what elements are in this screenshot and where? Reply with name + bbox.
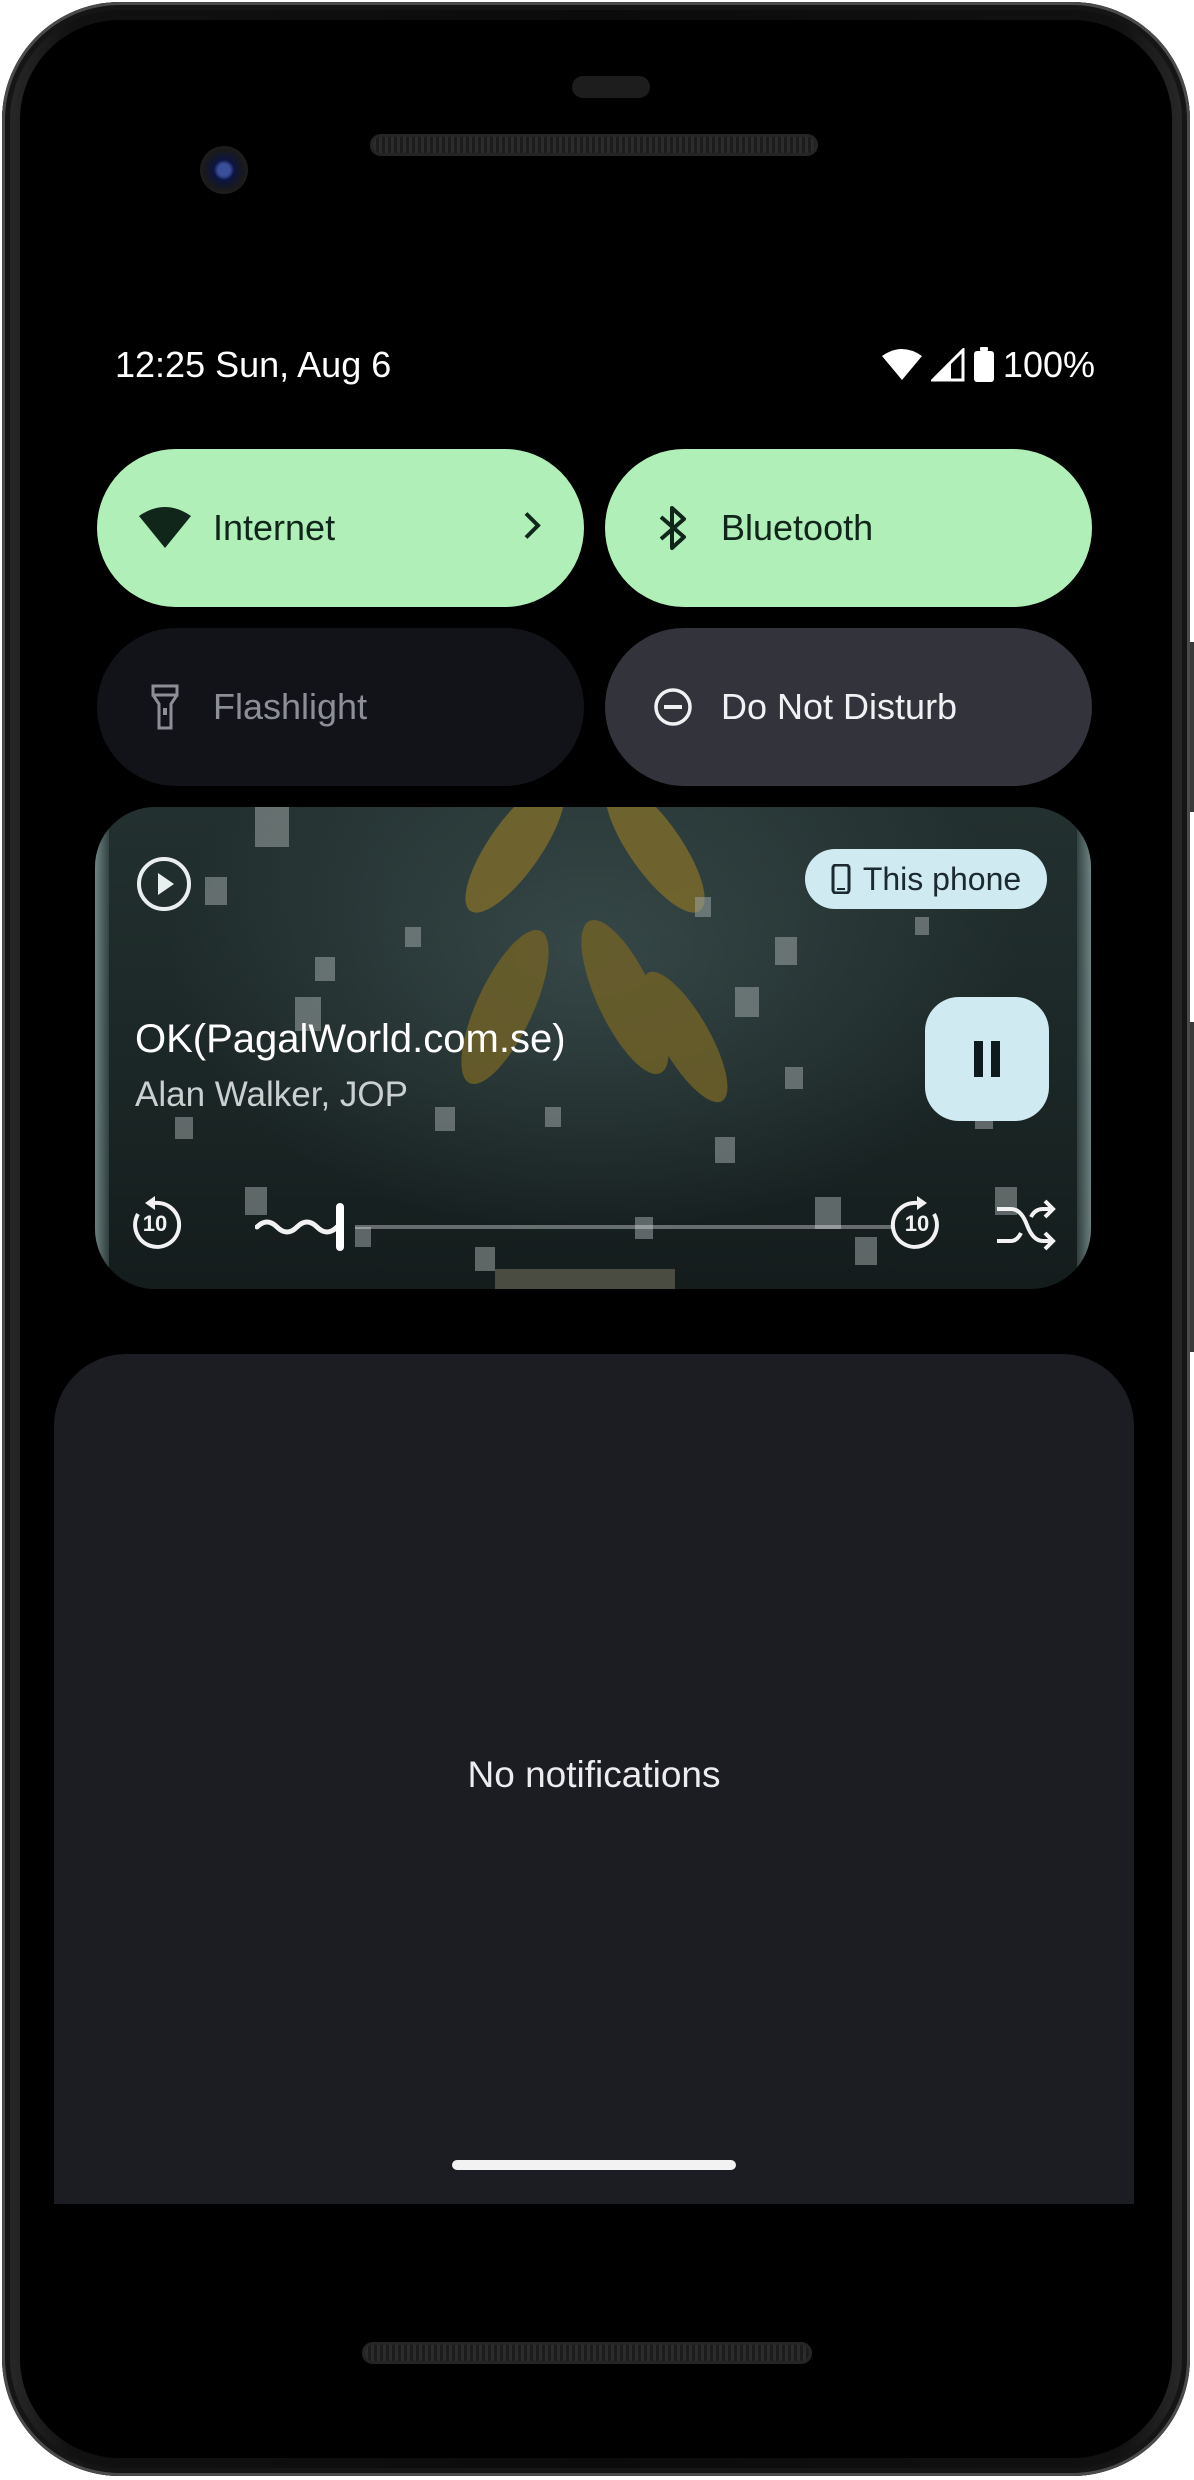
progress-thumb[interactable] [336, 1203, 344, 1251]
tile-label: Bluetooth [721, 507, 874, 548]
dnd-icon [645, 679, 701, 735]
tile-label: Flashlight [213, 686, 368, 727]
pause-button[interactable] [925, 997, 1049, 1121]
shuffle-button[interactable] [993, 1195, 1057, 1255]
tile-bluetooth[interactable]: Bluetooth [605, 449, 1092, 607]
power-button [1190, 642, 1194, 812]
chevron-right-icon [520, 511, 544, 546]
battery-icon [973, 347, 994, 382]
device-screen: 12:25 Sun, Aug 6 100% Internet Bluetooth… [20, 20, 1172, 2458]
forward-label: 10 [904, 1211, 930, 1236]
wifi-icon [137, 500, 193, 556]
no-notifications-text: No notifications [467, 1754, 721, 1795]
home-indicator[interactable] [452, 2160, 736, 2170]
play-circle-icon [137, 857, 191, 911]
bottom-speaker [362, 2342, 812, 2364]
status-bar: 12:25 Sun, Aug 6 100% [115, 338, 1095, 388]
song-artist: Alan Walker, JOP [135, 1075, 408, 1114]
rewind-10-button[interactable]: 10 [125, 1195, 185, 1255]
battery-percent: 100% [1002, 344, 1095, 385]
card-edge [95, 807, 109, 1289]
tile-do-not-disturb[interactable]: Do Not Disturb [605, 628, 1092, 786]
pause-icon [974, 1041, 1000, 1077]
tile-label: Do Not Disturb [721, 686, 958, 727]
card-edge [1077, 807, 1091, 1289]
front-camera [200, 146, 248, 194]
clock-date: 12:25 Sun, Aug 6 [115, 344, 392, 385]
tile-flashlight[interactable]: Flashlight [97, 628, 584, 786]
notification-shade: No notifications [54, 1354, 1134, 2204]
output-device-label: This phone [862, 860, 1022, 897]
media-player-card[interactable]: This phone OK(PagalWorld.com.se) Alan Wa… [95, 807, 1091, 1289]
progress-track [355, 1225, 895, 1229]
output-device-chip[interactable]: This phone [805, 849, 1047, 909]
proximity-sensor [572, 76, 650, 98]
shuffle-icon [997, 1199, 1056, 1251]
wifi-icon [881, 349, 922, 380]
earpiece-speaker [370, 134, 818, 156]
flashlight-icon [137, 679, 193, 735]
song-title: OK(PagalWorld.com.se) [135, 1017, 566, 1061]
status-icons: 100% [881, 344, 1095, 386]
phone-frame: 12:25 Sun, Aug 6 100% Internet Bluetooth… [2, 2, 1194, 2476]
phone-icon [831, 864, 851, 894]
bluetooth-icon [645, 500, 701, 556]
volume-rocker [1190, 1022, 1194, 1352]
forward-10-button[interactable]: 10 [887, 1195, 947, 1255]
cell-signal-icon [930, 348, 965, 382]
tile-label: Internet [213, 507, 336, 548]
rewind-label: 10 [142, 1211, 168, 1236]
tile-internet[interactable]: Internet [97, 449, 584, 607]
